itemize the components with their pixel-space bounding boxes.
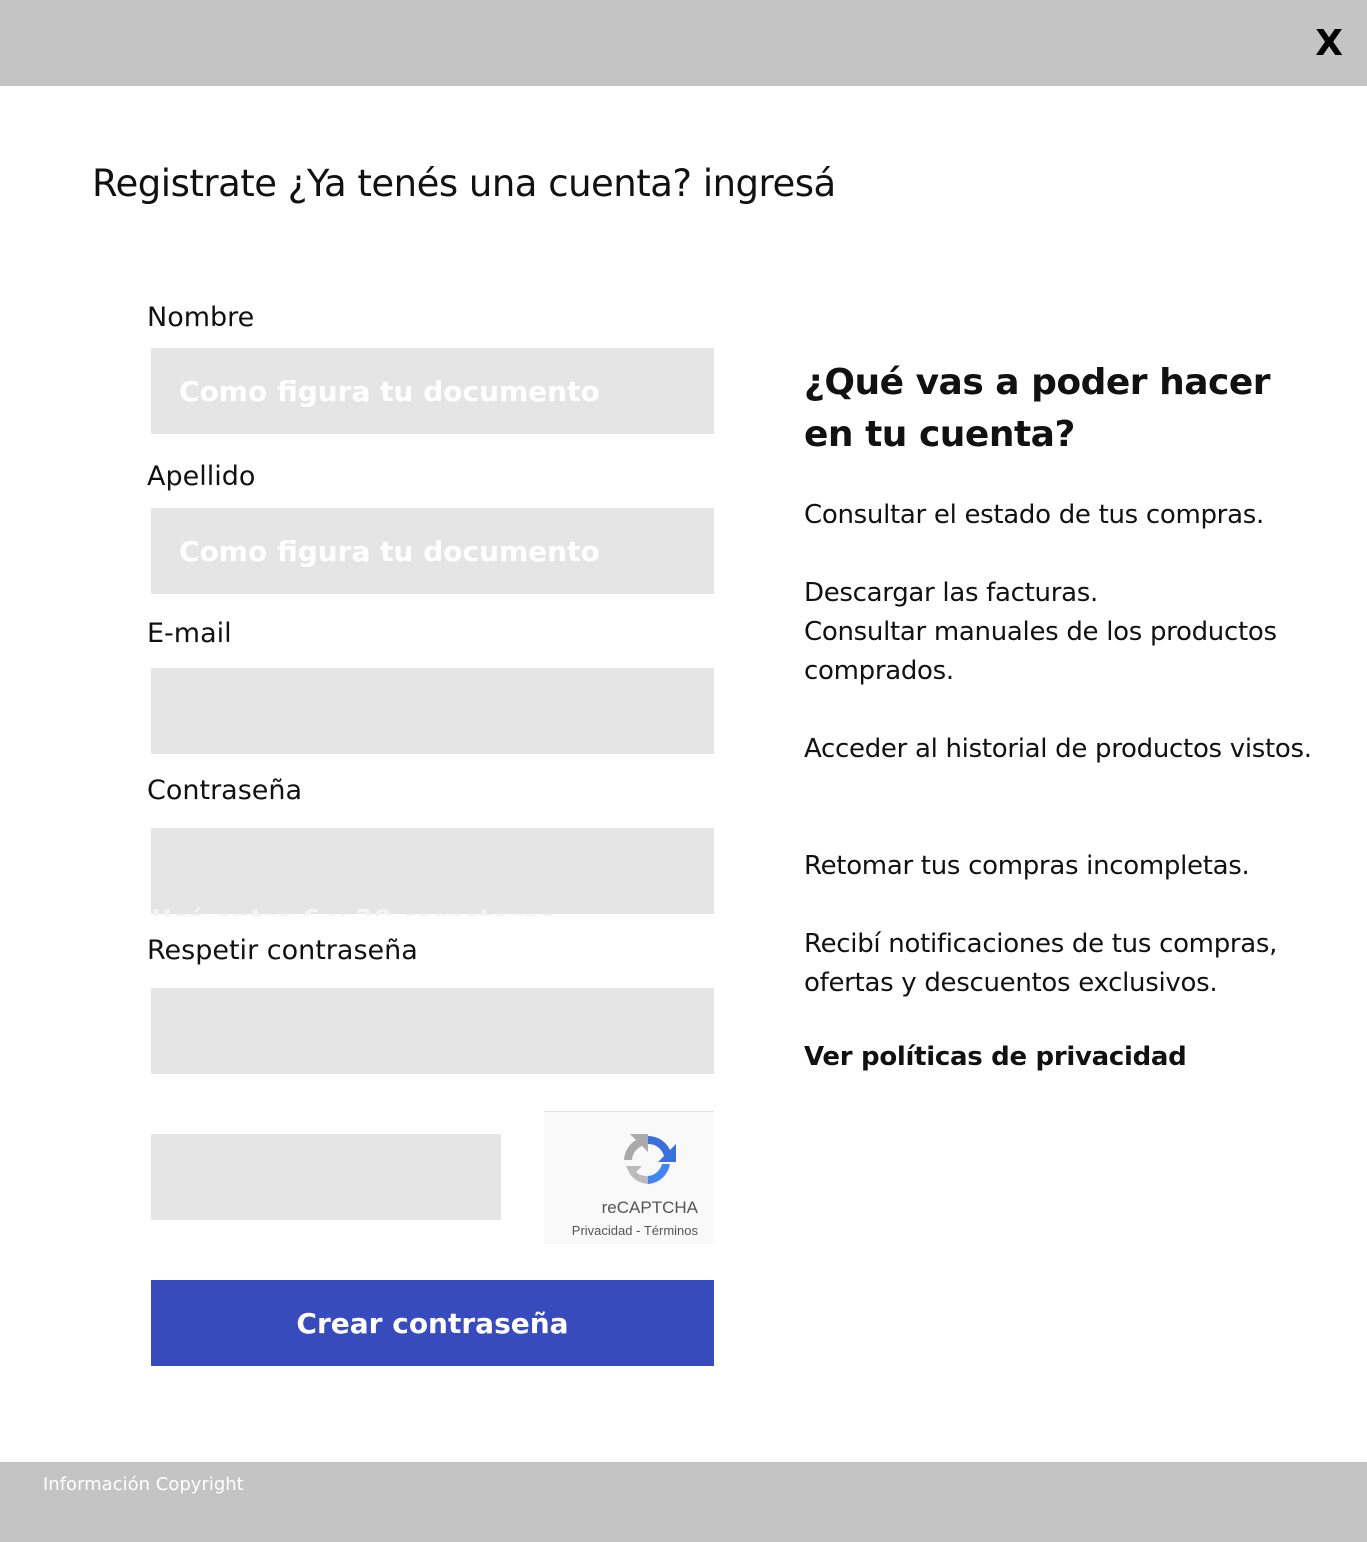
privacy-policy-link[interactable]: Ver políticas de privacidad [804, 1042, 1187, 1072]
password-label: Contraseña [147, 775, 303, 806]
login-link[interactable]: ingresá [703, 162, 836, 205]
email-label: E-mail [147, 618, 232, 649]
nombre-input[interactable] [151, 348, 714, 434]
copyright-link[interactable]: Información Copyright [43, 1474, 244, 1495]
email-input[interactable] [151, 668, 714, 754]
create-password-button[interactable]: Crear contraseña [151, 1280, 714, 1366]
has-account-question: ¿Ya tenés una cuenta? [287, 162, 692, 205]
benefit-item: Descargar las facturas. [804, 578, 1098, 608]
recaptcha-widget[interactable]: reCAPTCHA Privacidad - Términos [544, 1111, 714, 1244]
password-hint: Usá entre 6 y 20 caracteres [151, 900, 714, 916]
repeat-password-input[interactable] [151, 988, 714, 1074]
footer: Información Copyright [0, 1462, 1367, 1542]
recaptcha-links: Privacidad - Términos [572, 1223, 698, 1238]
recaptcha-separator: - [632, 1223, 644, 1238]
recaptcha-icon [624, 1134, 676, 1184]
top-bar: X [0, 0, 1367, 86]
nombre-label: Nombre [147, 302, 255, 333]
benefit-item: Consultar manuales de los productos comp… [804, 617, 1277, 686]
benefit-item: Acceder al historial de productos vistos… [804, 734, 1312, 764]
register-title: Registrate [92, 162, 277, 205]
recaptcha-terms-link[interactable]: Términos [644, 1223, 698, 1238]
recaptcha-privacy-link[interactable]: Privacidad [572, 1223, 633, 1238]
benefit-item: Consultar el estado de tus compras. [804, 500, 1264, 530]
recaptcha-brand: reCAPTCHA [601, 1198, 698, 1217]
benefit-item: Retomar tus compras incompletas. [804, 851, 1250, 881]
apellido-label: Apellido [147, 461, 256, 492]
close-button[interactable]: X [1315, 22, 1343, 66]
page-title: Registrate ¿Ya tenés una cuenta? ingresá [92, 162, 836, 205]
repeat-password-label: Respetir contraseña [147, 935, 418, 966]
captcha-input[interactable] [151, 1134, 501, 1220]
account-benefits-title: ¿Qué vas a poder hacer en tu cuenta? [804, 362, 1271, 455]
benefit-item: Recibí notificaciones de tus compras, of… [804, 929, 1278, 998]
apellido-input[interactable] [151, 508, 714, 594]
